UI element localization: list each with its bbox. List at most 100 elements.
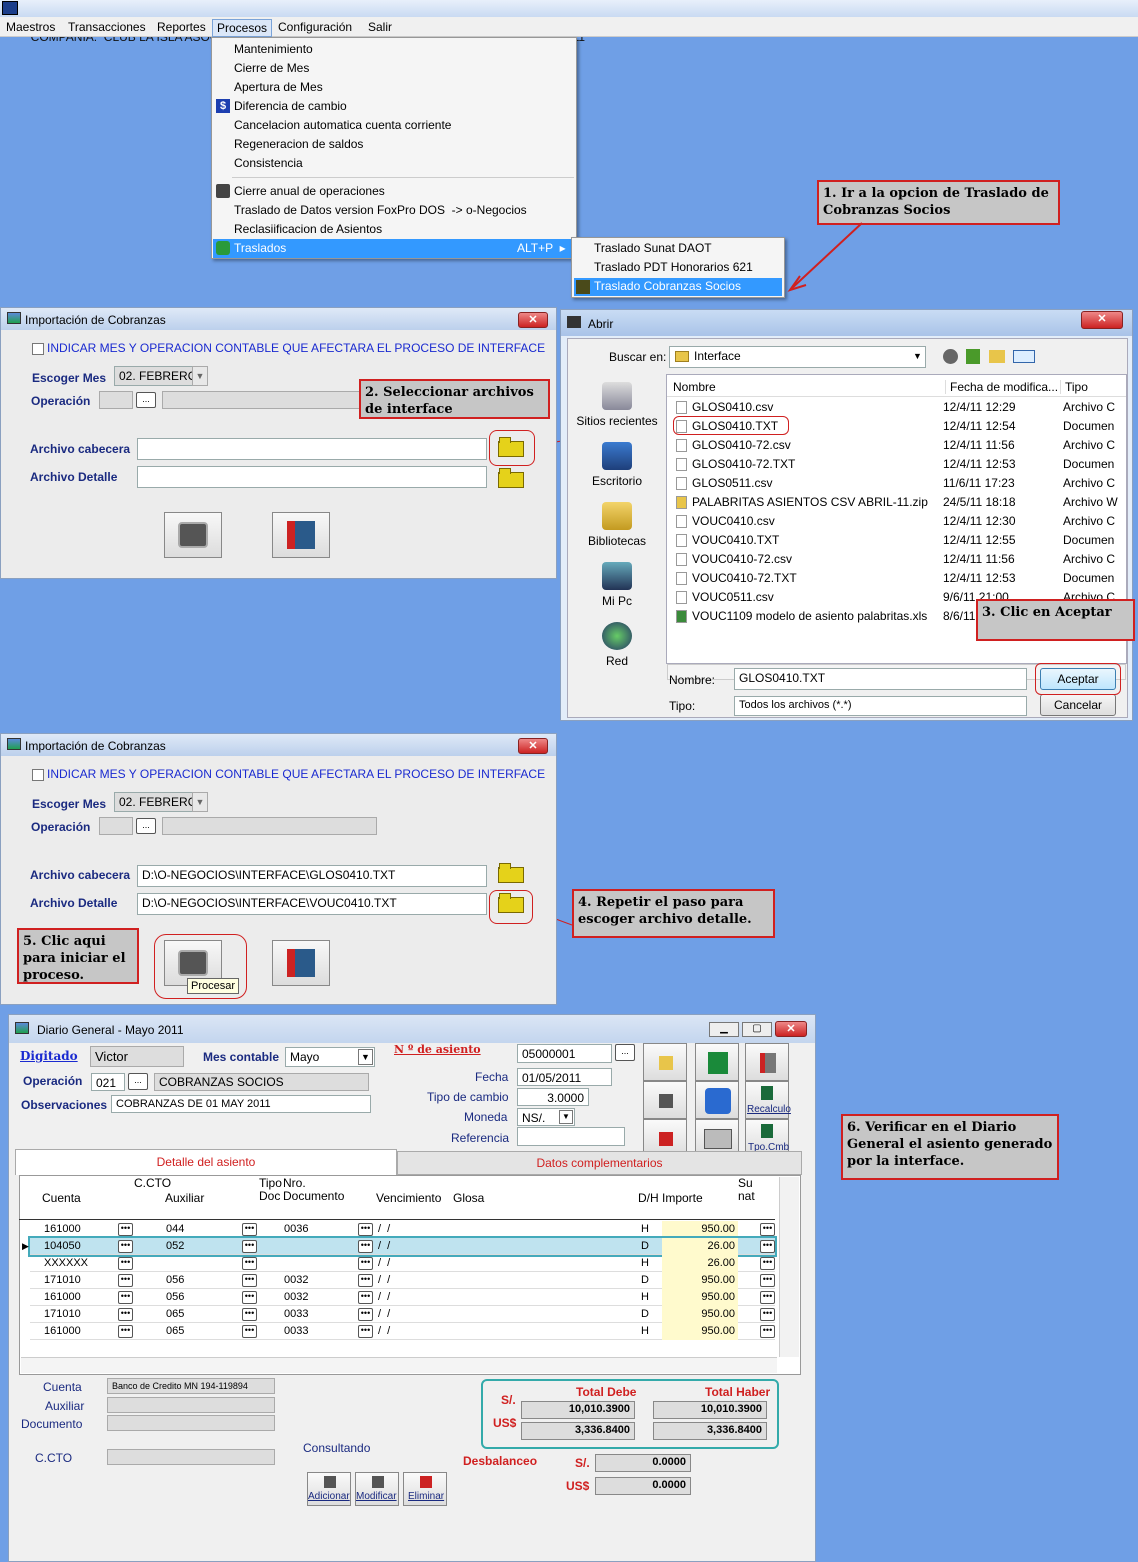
procesar-button[interactable] (164, 512, 222, 558)
row-lookup-button[interactable]: ••• (760, 1308, 775, 1321)
file-row[interactable]: PALABRITAS ASIENTOS CSV ABRIL-11.zip 24/5… (672, 493, 1128, 512)
row-lookup-button[interactable]: ••• (118, 1223, 133, 1236)
indicar-checkbox[interactable] (32, 343, 44, 355)
row-lookup-button[interactable]: ••• (242, 1325, 257, 1338)
file-row[interactable]: GLOS0410-72.csv 12/4/11 11:56 Archivo C (672, 436, 1128, 455)
nombre-input[interactable]: GLOS0410.TXT (734, 668, 1027, 690)
view-menu-icon[interactable] (1013, 350, 1035, 363)
row-lookup-button[interactable]: ••• (242, 1308, 257, 1321)
close-button[interactable]: ✕ (775, 1021, 807, 1037)
row-lookup-button[interactable]: ••• (242, 1240, 257, 1253)
col-tipo[interactable]: Tipo (1060, 380, 1088, 394)
place-mipc[interactable]: Mi Pc (572, 562, 662, 608)
mes-select[interactable]: 02. FEBRERO (114, 792, 194, 812)
modificar-button[interactable]: Modificar (355, 1472, 399, 1506)
recalculo-button[interactable]: Recalculo (745, 1081, 791, 1119)
file-row[interactable]: VOUC0410.TXT 12/4/11 12:55 Documen (672, 531, 1128, 550)
maximize-icon[interactable]: ▢ (742, 1022, 772, 1037)
mes-select[interactable]: 02. FEBRERO (114, 366, 194, 386)
close-button[interactable]: ✕ (1081, 311, 1123, 329)
col-fecha[interactable]: Fecha de modifica... (945, 380, 1058, 394)
observaciones-field[interactable]: COBRANZAS DE 01 MAY 2011 (111, 1095, 371, 1113)
operacion-code-field[interactable] (99, 391, 133, 409)
file-row[interactable]: VOUC0410-72.TXT 12/4/11 12:53 Documen (672, 569, 1128, 588)
row-lookup-button[interactable]: ••• (358, 1291, 373, 1304)
chevron-down-icon[interactable]: ▼ (559, 1110, 573, 1124)
row-lookup-button[interactable]: ••• (358, 1240, 373, 1253)
operacion-code-field[interactable] (99, 817, 133, 835)
save-button[interactable] (695, 1043, 739, 1081)
row-lookup-button[interactable]: ••• (118, 1257, 133, 1270)
archivo-cabecera-input[interactable] (137, 438, 487, 460)
row-lookup-button[interactable]: ••• (358, 1274, 373, 1287)
grid-col-cto[interactable]: C.CTO (134, 1177, 171, 1190)
new-asiento-button[interactable] (643, 1043, 687, 1081)
file-row[interactable]: GLOS0410.csv 12/4/11 12:29 Archivo C (672, 398, 1128, 417)
up-folder-icon[interactable] (966, 349, 980, 364)
buscar-select[interactable]: Interface (669, 346, 926, 368)
row-lookup-button[interactable]: ••• (242, 1274, 257, 1287)
close-button[interactable]: ✕ (518, 738, 548, 754)
grid-vscroll[interactable] (779, 1177, 799, 1357)
tipo-select[interactable]: Todos los archivos (*.*) (734, 696, 1027, 716)
grid-col-glosa[interactable]: Glosa (453, 1192, 484, 1205)
grid-col-venc[interactable]: Vencimiento (376, 1192, 441, 1205)
cancelar-button[interactable]: Cancelar (1040, 694, 1116, 716)
salir-button[interactable] (272, 940, 330, 986)
back-icon[interactable] (943, 349, 958, 364)
row-lookup-button[interactable]: ••• (760, 1325, 775, 1338)
file-row[interactable]: VOUC0410-72.csv 12/4/11 11:56 Archivo C (672, 550, 1128, 569)
eliminar-button[interactable]: Eliminar (403, 1472, 447, 1506)
row-lookup-button[interactable]: ••• (118, 1274, 133, 1287)
place-recientes[interactable]: Sitios recientes (572, 382, 662, 428)
row-lookup-button[interactable]: ••• (242, 1257, 257, 1270)
grid-col-imp[interactable]: Importe (662, 1192, 703, 1205)
archivo-cabecera-input[interactable]: D:\O-NEGOCIOS\INTERFACE\GLOS0410.TXT (137, 865, 487, 887)
row-lookup-button[interactable]: ••• (118, 1308, 133, 1321)
grid-col-su[interactable]: Su nat (738, 1177, 755, 1203)
row-lookup-button[interactable]: ••• (358, 1223, 373, 1236)
operacion-lookup-button[interactable]: ... (128, 1073, 148, 1090)
operacion-lookup-button[interactable]: ... (136, 818, 156, 834)
nro-asiento-field[interactable]: 05000001 (517, 1044, 612, 1063)
edit-button[interactable] (643, 1081, 687, 1119)
row-lookup-button[interactable]: ••• (358, 1308, 373, 1321)
row-lookup-button[interactable]: ••• (760, 1223, 775, 1236)
tipo-cambio-field[interactable]: 3.0000 (517, 1088, 589, 1106)
archivo-detalle-input[interactable] (137, 466, 487, 488)
file-row[interactable]: GLOS0410-72.TXT 12/4/11 12:53 Documen (672, 455, 1128, 474)
grid-col-aux[interactable]: Auxiliar (165, 1192, 204, 1205)
row-lookup-button[interactable]: ••• (118, 1240, 133, 1253)
new-folder-icon[interactable] (989, 350, 1005, 363)
browse-detalle-button[interactable] (492, 466, 532, 496)
archivo-detalle-input[interactable]: D:\O-NEGOCIOS\INTERFACE\VOUC0410.TXT (137, 893, 487, 915)
asiento-lookup-button[interactable]: ... (615, 1044, 635, 1061)
row-lookup-button[interactable]: ••• (760, 1240, 775, 1253)
minimize-icon[interactable]: ▁ (709, 1022, 739, 1037)
row-lookup-button[interactable]: ••• (118, 1325, 133, 1338)
grid-col-cuenta[interactable]: Cuenta (42, 1192, 81, 1205)
chevron-down-icon[interactable]: ▼ (358, 1049, 373, 1065)
row-lookup-button[interactable]: ••• (760, 1257, 775, 1270)
exit-button[interactable] (745, 1043, 789, 1081)
chevron-down-icon[interactable]: ▼ (913, 351, 922, 361)
tab-detalle-asiento[interactable]: Detalle del asiento (15, 1149, 397, 1175)
adicionar-button[interactable]: Adicionar (307, 1472, 351, 1506)
row-lookup-button[interactable]: ••• (358, 1257, 373, 1270)
row-lookup-button[interactable]: ••• (760, 1274, 775, 1287)
row-lookup-button[interactable]: ••• (760, 1291, 775, 1304)
operacion-code[interactable]: 021 (91, 1073, 125, 1091)
grid-hscroll[interactable] (21, 1357, 777, 1373)
file-row[interactable]: VOUC0410.csv 12/4/11 12:30 Archivo C (672, 512, 1128, 531)
fecha-field[interactable]: 01/05/2011 (517, 1068, 612, 1086)
col-nombre[interactable]: Nombre (673, 380, 716, 394)
row-lookup-button[interactable]: ••• (242, 1223, 257, 1236)
close-button[interactable]: ✕ (518, 312, 548, 328)
operacion-lookup-button[interactable]: ... (136, 392, 156, 408)
place-red[interactable]: Red (572, 622, 662, 668)
referencia-field[interactable] (517, 1127, 625, 1146)
chevron-down-icon[interactable]: ▼ (192, 366, 208, 386)
place-bibliotecas[interactable]: Bibliotecas (572, 502, 662, 548)
grid-col-dh[interactable]: D/H (638, 1192, 659, 1205)
row-lookup-button[interactable]: ••• (242, 1291, 257, 1304)
